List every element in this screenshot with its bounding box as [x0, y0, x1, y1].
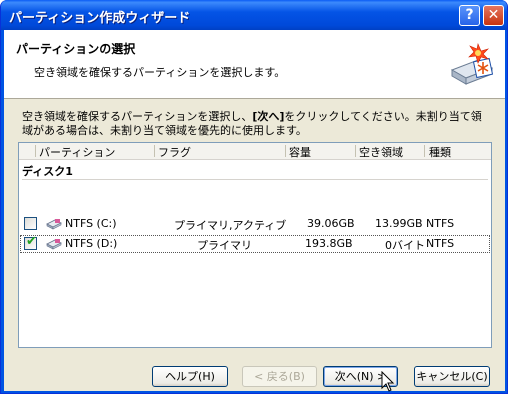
column-capacity[interactable]: 容量 — [289, 144, 311, 160]
column-header: パーティション フラグ 容量 空き領域 種類 — [19, 143, 491, 160]
header-title: パーティションの選択 — [16, 42, 136, 56]
partition-icon — [46, 219, 62, 230]
help-button[interactable]: ヘルプ(H) — [152, 366, 228, 387]
column-flags[interactable]: フラグ — [158, 144, 191, 160]
disk-group-label: ディスク1 — [22, 165, 73, 178]
cancel-button[interactable]: キャンセル(C) — [414, 366, 490, 387]
close-title-button[interactable]: ✕ — [483, 5, 504, 26]
partition-icon — [46, 239, 62, 250]
group-divider — [22, 179, 488, 180]
partition-capacity: 39.06GB — [307, 217, 355, 230]
header-subtitle: 空き領域を確保するパーティションを選択します。 — [34, 66, 286, 79]
column-separator — [355, 145, 356, 157]
partition-type: NTFS — [426, 237, 455, 250]
column-separator — [154, 145, 155, 157]
back-button[interactable]: < 戻る(B) — [242, 366, 317, 387]
window-title: パーティション作成ウィザード — [9, 11, 191, 26]
column-free-space[interactable]: 空き領域 — [359, 144, 403, 160]
column-separator — [285, 145, 286, 157]
partition-name: NTFS (D:) — [65, 237, 118, 250]
instruction-text: 空き領域を確保するパーティションを選択し、[次へ]をクリックしてください。未割り… — [22, 110, 490, 138]
table-row[interactable]: NTFS (C:) プライマリ,アクティブ 39.06GB 13.99GB NT… — [20, 215, 490, 233]
partition-checkbox[interactable]: ✔ — [24, 234, 37, 250]
column-separator — [35, 145, 36, 157]
partition-capacity: 193.8GB — [305, 237, 353, 250]
partition-list[interactable]: パーティション フラグ 容量 空き領域 種類 ディスク1 NTFS (C:) プ… — [18, 142, 492, 348]
wizard-disk-icon — [450, 42, 494, 85]
close-icon: ✕ — [487, 7, 500, 23]
partition-free-space: 0バイト — [385, 239, 425, 252]
instruction-next-ref: [次へ] — [252, 110, 285, 123]
column-partition[interactable]: パーティション — [39, 144, 115, 160]
wizard-window: パーティション作成ウィザード ? ✕ パーティションの選択 空き領域を確保するパ… — [0, 0, 508, 394]
partition-type: NTFS — [426, 217, 455, 230]
help-icon: ? — [465, 7, 474, 23]
wizard-header: パーティションの選択 空き領域を確保するパーティションを選択します。 — [4, 30, 505, 99]
partition-name: NTFS (C:) — [65, 217, 117, 230]
partition-free-space: 13.99GB — [375, 217, 423, 230]
column-separator — [424, 145, 425, 157]
help-title-button[interactable]: ? — [459, 5, 480, 26]
partition-checkbox[interactable] — [24, 217, 37, 230]
table-row[interactable]: ✔ NTFS (D:) プライマリ 193.8GB 0バイト NTFS — [20, 234, 490, 253]
instruction-part-1: 空き領域を確保するパーティションを選択し、 — [22, 110, 253, 123]
partition-flags: プライマリ,アクティブ — [174, 219, 287, 232]
title-bar[interactable]: パーティション作成ウィザード ? ✕ — [1, 0, 507, 30]
dialog-client-area: パーティションの選択 空き領域を確保するパーティションを選択します。 空き領域を… — [4, 30, 505, 392]
mouse-cursor-icon — [381, 371, 395, 392]
partition-flags: プライマリ — [197, 239, 252, 252]
checkmark-icon: ✔ — [26, 234, 37, 249]
column-type[interactable]: 種類 — [429, 144, 451, 160]
